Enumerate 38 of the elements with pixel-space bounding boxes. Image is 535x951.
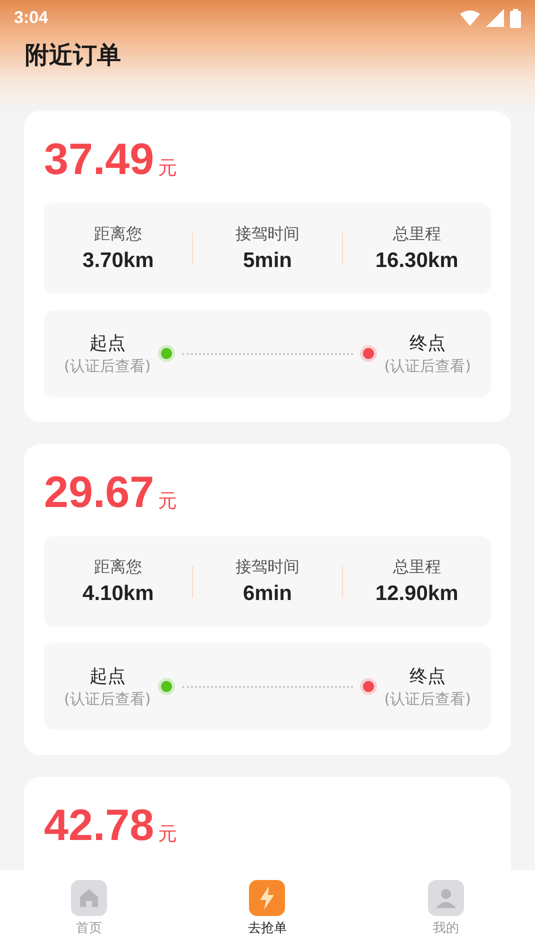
stat-value: 16.30km: [375, 249, 458, 273]
wifi-icon: [460, 10, 480, 26]
stat-label: 总里程: [392, 557, 441, 578]
order-card[interactable]: 37.49 元 距离您 3.70km 接驾时间 5min 总里程 16.30km 起点 (认证后查看) 终点 (认证后查看): [24, 111, 511, 422]
stat-value: 4.10km: [82, 582, 154, 606]
start-label: 起点: [89, 332, 126, 355]
order-price: 42.78: [44, 801, 154, 851]
start-hint: (认证后查看): [64, 357, 151, 376]
page-title: 附近订单: [25, 40, 121, 71]
stat-label: 接驾时间: [235, 557, 300, 578]
order-price: 29.67: [44, 468, 154, 518]
end-hint: (认证后查看): [384, 690, 471, 709]
person-icon: [428, 880, 464, 916]
stat-value: 12.90km: [375, 582, 458, 606]
stat-label: 接驾时间: [235, 224, 300, 245]
stat-value: 5min: [242, 249, 292, 273]
home-icon: [71, 880, 108, 916]
stat-label: 总里程: [392, 224, 441, 245]
signal-icon: [486, 9, 504, 27]
status-time: 3:04: [14, 8, 48, 28]
end-hint: (认证后查看): [384, 357, 471, 376]
stat-label: 距离您: [94, 557, 142, 578]
currency-unit: 元: [158, 489, 178, 514]
stat-value: 6min: [242, 582, 292, 606]
tab-item[interactable]: 去抢单: [178, 870, 357, 951]
end-label: 终点: [410, 332, 446, 355]
start-hint: (认证后查看): [64, 690, 151, 709]
stat-label: 距离您: [94, 224, 142, 245]
end-label: 终点: [410, 665, 446, 688]
order-card[interactable]: 29.67 元 距离您 4.10km 接驾时间 6min 总里程 12.90km 起点 (认证后查看) 终点 (认证后查看): [24, 444, 511, 755]
stat-value: 3.70km: [82, 249, 154, 273]
start-label: 起点: [89, 665, 126, 688]
battery-icon: [510, 8, 521, 28]
order-card[interactable]: 42.78 元: [24, 777, 511, 870]
order-price: 37.49: [44, 135, 154, 185]
currency-unit: 元: [158, 156, 178, 181]
lightning-icon: [249, 880, 286, 916]
currency-unit: 元: [158, 822, 178, 847]
